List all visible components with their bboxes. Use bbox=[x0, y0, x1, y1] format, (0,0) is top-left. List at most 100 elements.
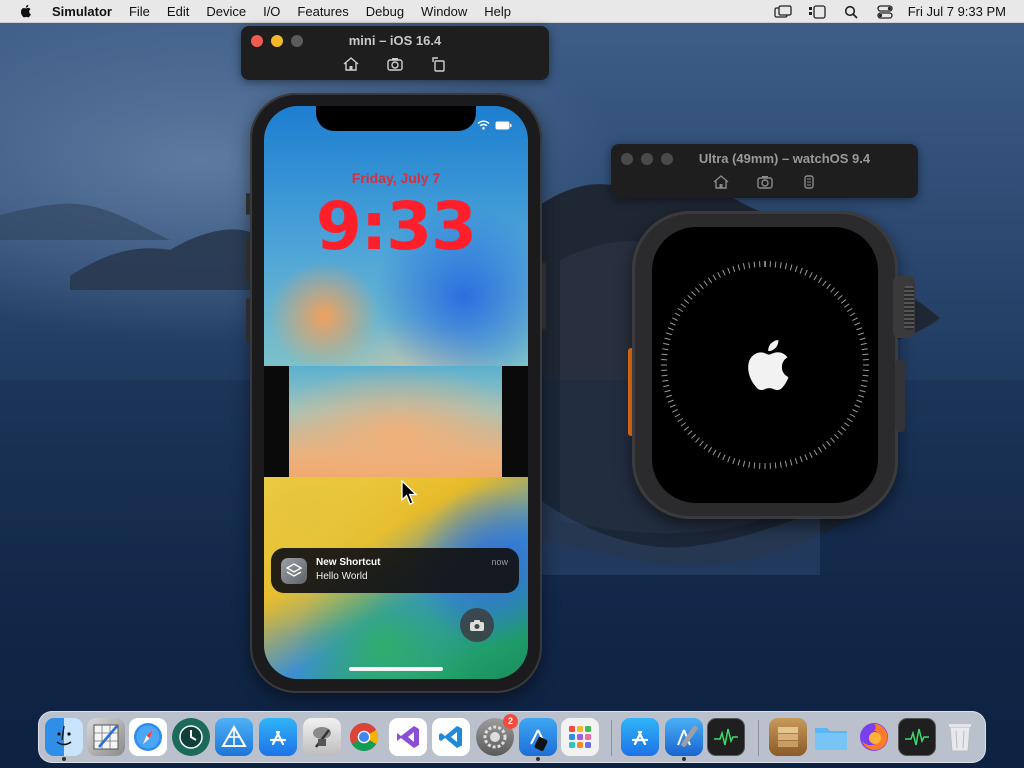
progress-tick bbox=[737, 264, 741, 271]
mouse-pointer-icon bbox=[401, 480, 418, 505]
volume-up-button[interactable] bbox=[246, 238, 250, 282]
progress-tick bbox=[809, 452, 813, 458]
activity-monitor-icon[interactable] bbox=[707, 718, 745, 756]
watch-simulator-toolbar[interactable]: Ultra (49mm) – watchOS 9.4 bbox=[611, 144, 918, 198]
visual-studio-icon[interactable] bbox=[389, 718, 427, 756]
watch-toolbar-buttons bbox=[611, 174, 918, 190]
progress-tick bbox=[683, 299, 690, 304]
progress-tick bbox=[826, 440, 831, 447]
home-icon[interactable] bbox=[342, 56, 360, 72]
progress-tick bbox=[843, 303, 850, 308]
watch-boot-screen[interactable] bbox=[652, 227, 878, 503]
iphone-lock-screen[interactable]: Friday, July 7 9:33 New Shortcut Hello W… bbox=[264, 106, 528, 679]
progress-tick bbox=[680, 303, 687, 308]
chrome-icon[interactable] bbox=[345, 718, 383, 756]
watch-window-title: Ultra (49mm) – watchOS 9.4 bbox=[698, 151, 871, 166]
vscode-icon[interactable] bbox=[432, 718, 470, 756]
spotlight-search-icon[interactable] bbox=[842, 5, 860, 19]
rotate-icon[interactable] bbox=[430, 56, 448, 72]
progress-tick bbox=[753, 462, 756, 469]
progress-tick bbox=[822, 280, 827, 287]
keychain-tool-icon[interactable] bbox=[303, 718, 341, 756]
apple-menu-icon[interactable] bbox=[18, 3, 34, 19]
finder-icon[interactable] bbox=[45, 718, 83, 756]
progress-tick bbox=[748, 262, 751, 269]
progress-tick bbox=[813, 274, 818, 281]
simulator-grid-icon[interactable] bbox=[87, 718, 125, 756]
side-button-icon[interactable] bbox=[800, 174, 818, 190]
progress-tick bbox=[840, 426, 847, 431]
home-indicator[interactable] bbox=[349, 667, 443, 671]
digital-crown[interactable] bbox=[904, 286, 914, 330]
mute-switch[interactable] bbox=[246, 193, 250, 215]
screen-mirroring-icon[interactable] bbox=[774, 4, 792, 19]
settings-badge: 2 bbox=[503, 714, 518, 729]
iphone-simulator-toolbar[interactable]: mini – iOS 16.4 bbox=[241, 26, 549, 80]
screenshot-icon[interactable] bbox=[386, 56, 404, 72]
menu-window[interactable]: Window bbox=[421, 4, 467, 19]
progress-tick bbox=[722, 269, 726, 276]
app-store-2-icon[interactable] bbox=[621, 718, 659, 756]
menu-file[interactable]: File bbox=[129, 4, 150, 19]
progress-tick bbox=[672, 317, 678, 321]
progress-tick bbox=[663, 342, 670, 346]
progress-tick bbox=[662, 379, 669, 382]
lock-screen-camera-button[interactable] bbox=[460, 608, 494, 642]
xcode-icon[interactable] bbox=[665, 718, 703, 756]
system-settings-icon[interactable]: 2 bbox=[476, 714, 518, 756]
menu-io[interactable]: I/O bbox=[263, 4, 280, 19]
menu-features[interactable]: Features bbox=[297, 4, 348, 19]
launchpad-icon[interactable] bbox=[561, 718, 599, 756]
iphone-window-title: mini – iOS 16.4 bbox=[348, 33, 442, 48]
progress-tick bbox=[664, 389, 671, 393]
progress-tick bbox=[732, 458, 736, 465]
progress-tick bbox=[817, 277, 823, 284]
trash-icon[interactable] bbox=[941, 718, 979, 756]
app-store-icon[interactable] bbox=[259, 718, 297, 756]
simulator-app-icon[interactable] bbox=[519, 718, 557, 756]
dock: 2 bbox=[38, 711, 986, 763]
menu-debug[interactable]: Debug bbox=[366, 4, 404, 19]
menu-help[interactable]: Help bbox=[484, 4, 511, 19]
progress-tick bbox=[669, 322, 676, 326]
progress-tick bbox=[859, 337, 866, 341]
battery-icon bbox=[495, 121, 512, 129]
progress-tick bbox=[674, 312, 681, 317]
watch-side-button[interactable] bbox=[895, 360, 905, 432]
render-artifact-band bbox=[289, 366, 502, 477]
control-center-icon[interactable] bbox=[876, 4, 894, 19]
activity-monitor-2-icon[interactable] bbox=[898, 718, 936, 756]
home-icon[interactable] bbox=[712, 174, 730, 190]
time-machine-icon[interactable] bbox=[172, 718, 210, 756]
safari-icon[interactable] bbox=[129, 718, 167, 756]
stage-manager-icon[interactable] bbox=[808, 4, 826, 19]
progress-tick bbox=[858, 332, 865, 336]
iphone-toolbar-buttons bbox=[241, 56, 549, 72]
progress-tick bbox=[856, 327, 863, 331]
wifi-icon bbox=[477, 120, 490, 130]
progress-tick bbox=[664, 337, 671, 341]
render-artifact-left bbox=[264, 366, 289, 477]
progress-tick bbox=[695, 437, 700, 443]
progress-tick bbox=[813, 449, 818, 456]
volume-down-button[interactable] bbox=[246, 298, 250, 342]
menu-device[interactable]: Device bbox=[206, 4, 246, 19]
progress-tick bbox=[799, 456, 803, 463]
archive-icon[interactable] bbox=[769, 718, 807, 756]
screenshot-icon[interactable] bbox=[756, 174, 774, 190]
notification-banner[interactable]: New Shortcut Hello World now bbox=[271, 548, 519, 593]
progress-tick bbox=[840, 299, 847, 304]
menu-app-name[interactable]: Simulator bbox=[52, 4, 112, 19]
menu-edit[interactable]: Edit bbox=[167, 4, 189, 19]
progress-tick bbox=[665, 394, 672, 398]
power-button[interactable] bbox=[542, 263, 546, 329]
network-radar-icon[interactable] bbox=[215, 718, 253, 756]
folder-icon[interactable] bbox=[812, 718, 850, 756]
menu-clock[interactable]: Fri Jul 7 9:33 PM bbox=[908, 4, 1006, 19]
progress-tick bbox=[843, 422, 850, 427]
progress-tick bbox=[859, 389, 866, 393]
progress-tick bbox=[846, 417, 853, 423]
progress-tick bbox=[722, 454, 726, 461]
progress-tick bbox=[860, 384, 867, 388]
firefox-icon[interactable] bbox=[855, 718, 893, 756]
